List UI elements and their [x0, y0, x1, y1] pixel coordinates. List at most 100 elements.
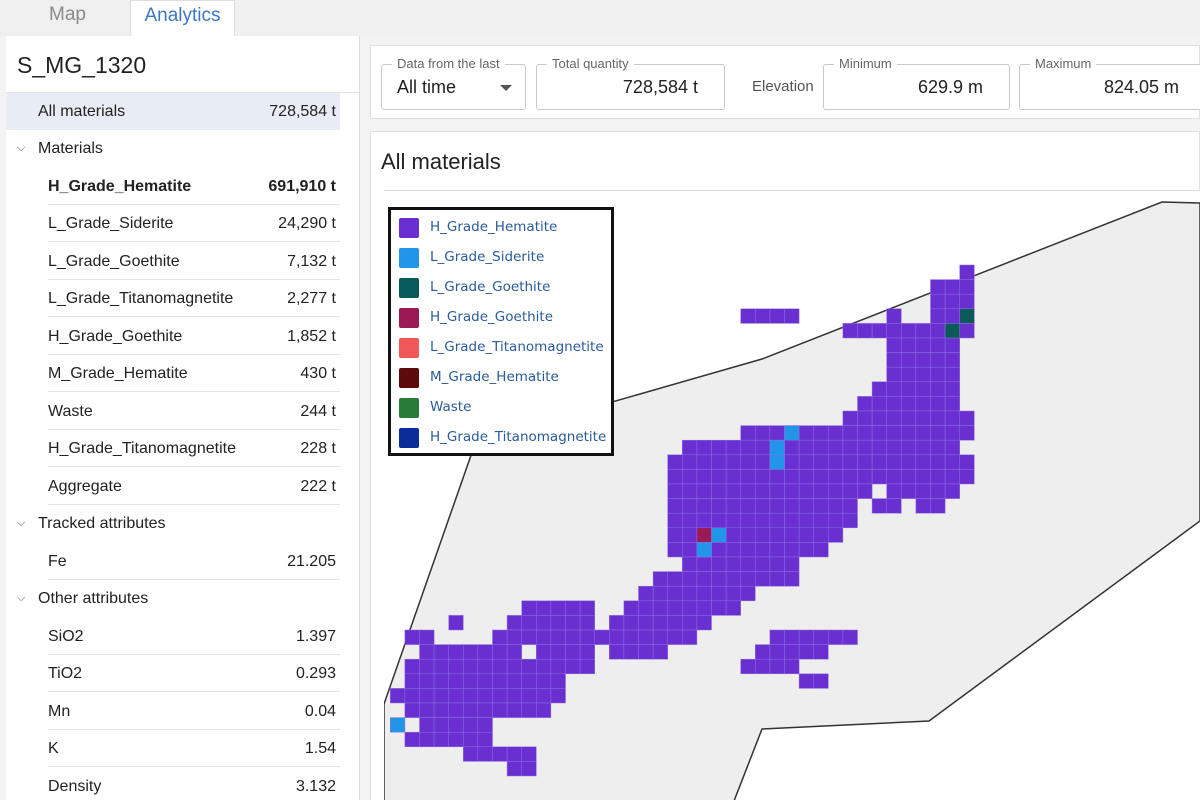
block-cell[interactable]: [740, 658, 756, 675]
block-cell[interactable]: [711, 585, 727, 602]
block-cell[interactable]: [871, 381, 887, 397]
block-cell[interactable]: [930, 308, 946, 324]
block-cell[interactable]: [740, 308, 756, 324]
block-cell[interactable]: [769, 469, 785, 485]
block-cell[interactable]: [740, 527, 756, 543]
block-cell[interactable]: [798, 425, 814, 441]
block-cell[interactable]: [915, 410, 931, 426]
block-cell[interactable]: [506, 629, 522, 645]
block-cell[interactable]: [901, 469, 917, 485]
block-cell[interactable]: [798, 644, 814, 660]
block-cell[interactable]: [784, 512, 800, 529]
block-cell[interactable]: [886, 337, 902, 353]
block-cell[interactable]: [798, 483, 814, 499]
block-cell[interactable]: [769, 483, 785, 499]
block-cell[interactable]: [448, 702, 464, 718]
block-cell[interactable]: [769, 542, 785, 558]
block-cell[interactable]: [944, 308, 960, 324]
block-cell[interactable]: [725, 600, 741, 616]
list-item[interactable]: L_Grade_Siderite 24,290 t: [48, 205, 340, 242]
block-cell[interactable]: [463, 746, 479, 762]
block-cell[interactable]: [565, 629, 581, 645]
block-cell[interactable]: [755, 644, 771, 660]
block-cell[interactable]: [784, 454, 800, 470]
block-cell[interactable]: [667, 469, 683, 485]
list-item[interactable]: H_Grade_Hematite 691,910 t: [48, 168, 340, 205]
block-cell[interactable]: [711, 542, 727, 558]
block-cell[interactable]: [828, 498, 844, 514]
block-cell[interactable]: [521, 761, 537, 777]
block-cell[interactable]: [944, 439, 960, 456]
block-cell[interactable]: [930, 425, 946, 441]
block-cell[interactable]: [857, 483, 873, 499]
block-cell[interactable]: [477, 688, 493, 704]
block-cell[interactable]: [725, 483, 741, 499]
block-cell[interactable]: [492, 658, 508, 675]
block-cell[interactable]: [798, 498, 814, 514]
block-cell[interactable]: [813, 454, 829, 470]
block-cell[interactable]: [667, 571, 683, 587]
block-cell[interactable]: [828, 483, 844, 499]
block-cell[interactable]: [944, 410, 960, 426]
block-cell[interactable]: [477, 702, 493, 718]
block-cell[interactable]: [813, 542, 829, 558]
block-cell[interactable]: [769, 571, 785, 587]
block-cell[interactable]: [463, 702, 479, 718]
list-item[interactable]: TiO2 0.293: [48, 655, 340, 692]
block-cell[interactable]: [711, 600, 727, 616]
block-cell[interactable]: [419, 629, 435, 645]
block-cell[interactable]: [755, 658, 771, 675]
block-cell[interactable]: [521, 746, 537, 762]
block-cell[interactable]: [959, 469, 975, 485]
block-cell[interactable]: [769, 556, 785, 572]
block-cell[interactable]: [784, 483, 800, 499]
block-cell[interactable]: [886, 396, 902, 412]
block-cell[interactable]: [842, 512, 858, 529]
block-cell[interactable]: [433, 717, 449, 733]
block-cell[interactable]: [682, 556, 698, 572]
block-cell[interactable]: [930, 498, 946, 514]
block-cell[interactable]: [944, 454, 960, 470]
block-cell[interactable]: [404, 673, 420, 689]
block-cell[interactable]: [536, 673, 552, 689]
block-cell[interactable]: [798, 542, 814, 558]
block-cell[interactable]: [740, 483, 756, 499]
block-cell[interactable]: [901, 410, 917, 426]
block-cell[interactable]: [798, 469, 814, 485]
block-cell[interactable]: [725, 527, 741, 543]
block-cell[interactable]: [857, 425, 873, 441]
block-cell[interactable]: [959, 425, 975, 441]
block-cell[interactable]: [828, 439, 844, 456]
block-cell[interactable]: [915, 323, 931, 339]
block-cell[interactable]: [813, 439, 829, 456]
block-cell[interactable]: [696, 439, 712, 456]
block-cell[interactable]: [886, 352, 902, 368]
block-cell[interactable]: [433, 731, 449, 748]
block-cell[interactable]: [725, 439, 741, 456]
block-cell[interactable]: [448, 688, 464, 704]
block-cell[interactable]: [477, 644, 493, 660]
block-cell[interactable]: [506, 658, 522, 675]
block-cell[interactable]: [682, 527, 698, 543]
block-cell[interactable]: [813, 498, 829, 514]
block-cell[interactable]: [755, 308, 771, 324]
block-cell[interactable]: [565, 658, 581, 675]
block-cell-special[interactable]: [711, 527, 727, 543]
block-cell[interactable]: [886, 410, 902, 426]
block-cell[interactable]: [536, 600, 552, 616]
block-cell[interactable]: [696, 615, 712, 631]
block-cell[interactable]: [682, 571, 698, 587]
block-cell[interactable]: [915, 498, 931, 514]
block-cell[interactable]: [784, 571, 800, 587]
block-cell[interactable]: [477, 746, 493, 762]
block-cell[interactable]: [886, 469, 902, 485]
block-cell[interactable]: [944, 469, 960, 485]
block-cell[interactable]: [769, 644, 785, 660]
block-cell[interactable]: [725, 585, 741, 602]
block-cell[interactable]: [901, 366, 917, 383]
block-cell[interactable]: [711, 556, 727, 572]
block-cell[interactable]: [550, 644, 566, 660]
block-cell[interactable]: [740, 571, 756, 587]
block-cell[interactable]: [696, 556, 712, 572]
block-cell[interactable]: [944, 337, 960, 353]
